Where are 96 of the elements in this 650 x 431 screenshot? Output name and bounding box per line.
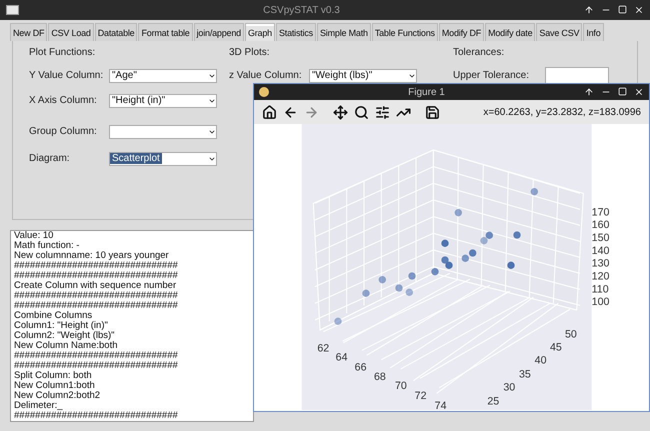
log-line: Value: 10 [14,231,54,241]
section-heading: 3D Plots: [229,47,271,58]
y-tick-label: 25 [487,396,500,408]
section-heading: Tolerances: [453,47,506,58]
tab[interactable]: Save CSV [536,23,582,41]
x-tick-label: 74 [434,400,447,410]
dropdown[interactable]: "Age" [109,68,217,82]
field-label: Diagram: [29,153,71,164]
x-tick-label: 70 [395,380,407,392]
log-line: Create Column with sequence number [14,281,178,291]
figure-title: Figure 1 [407,86,446,98]
x-tick-label: 62 [317,342,330,354]
log-line: Column2: "Weight (lbs)" [14,331,116,341]
x-tick-label: 68 [374,371,386,383]
dropdown[interactable]: "Weight (lbs)" [309,68,417,82]
y-tick-label: 30 [503,382,516,394]
x-tick-label: 72 [414,390,427,402]
section-heading: Plot Functions: [29,47,96,58]
keep-above-icon[interactable] [584,5,594,15]
log-line: New Column2:both2 [14,391,102,401]
close-icon[interactable] [634,87,644,97]
y-tick-label: 50 [565,328,577,340]
log-line: ############################### [14,291,179,301]
log-line: Column1: "Height (in)" [14,321,109,331]
log-line: Delimeter:_ [14,401,64,411]
z-tick-label: 100 [592,296,610,308]
tab[interactable]: New DF [10,23,48,41]
data-point [530,188,538,196]
home-icon[interactable] [262,104,277,120]
data-point [454,209,462,216]
tab[interactable]: Graph [244,23,275,41]
log-line: Combine Columns [14,311,94,321]
window-title: CSVpySTAT v0.3 [262,4,341,16]
data-point [408,272,416,280]
z-tick-label: 130 [592,258,610,270]
log-line: Split Column: both [14,371,93,381]
z-tick-label: 140 [592,244,610,257]
data-point [441,240,449,247]
tab[interactable]: CSV Load [48,23,94,41]
save-icon[interactable] [425,104,440,120]
z-tick-label: 120 [592,270,610,282]
tab[interactable]: Info [583,23,604,41]
x-tick-label: 64 [336,352,348,364]
data-point [406,288,413,296]
app-logo-icon [259,87,269,97]
data-point [334,318,342,325]
log-line: Math function: - [14,241,80,251]
z-tick-label: 160 [592,219,610,232]
x-tick-label: 66 [354,362,367,374]
z-tick-label: 170 [592,206,610,218]
log-line: New columnname: 10 years younger [14,251,170,261]
tab[interactable]: Table Functions [372,23,438,41]
log-line: New Column1:both [14,381,96,391]
field-label: z Value Column: [229,70,303,81]
field-label: Group Column: [29,126,98,137]
field-label: Upper Tolerance: [453,70,530,81]
y-tick-label: 45 [550,342,562,354]
field-label: X Axis Column: [29,95,98,106]
log-line: New Column Name:both [14,341,118,351]
data-point [507,262,515,269]
keep-above-icon[interactable] [584,87,594,97]
tab[interactable]: join/append [194,23,244,41]
data-point [431,268,439,276]
tab[interactable]: Simple Math [316,23,371,41]
log-line: ############################### [14,411,179,421]
log-line: ############################### [14,271,179,281]
data-point [362,290,370,297]
y-tick-label: 35 [519,368,531,380]
sliders-icon[interactable] [375,104,390,120]
z-tick-label: 110 [592,283,609,296]
data-point [513,231,521,239]
log-line: ############################### [14,261,179,271]
tab[interactable]: Datatable [94,23,138,41]
maximize-icon[interactable] [618,87,627,96]
z-tick-label: 150 [592,232,610,244]
y-tick-label: 40 [534,354,547,366]
log-line: ############################### [14,361,179,371]
close-icon[interactable] [634,5,644,15]
cursor-coordinates: x=60.2263, y=23.2832, z=183.0996 [483,106,641,118]
app-icon [6,5,19,15]
data-point [395,284,403,292]
field-label: Y Value Column: [29,70,104,81]
zoom-icon[interactable] [354,104,369,120]
tab[interactable]: Statistics [276,23,316,41]
tab[interactable]: Modify date [485,23,536,41]
dropdown[interactable]: "Height (in)" [109,94,217,108]
input-field[interactable] [545,67,609,84]
back-arrow-icon[interactable] [283,104,298,120]
maximize-icon[interactable] [618,5,627,14]
data-point [378,276,386,284]
dropdown[interactable]: Scatterplot [109,152,217,166]
log-line: ############################### [14,351,179,361]
tab[interactable]: Modify DF [438,23,484,41]
log-line: ############################### [14,301,179,311]
move-icon[interactable] [333,104,348,120]
tab[interactable]: Format table [138,23,193,41]
